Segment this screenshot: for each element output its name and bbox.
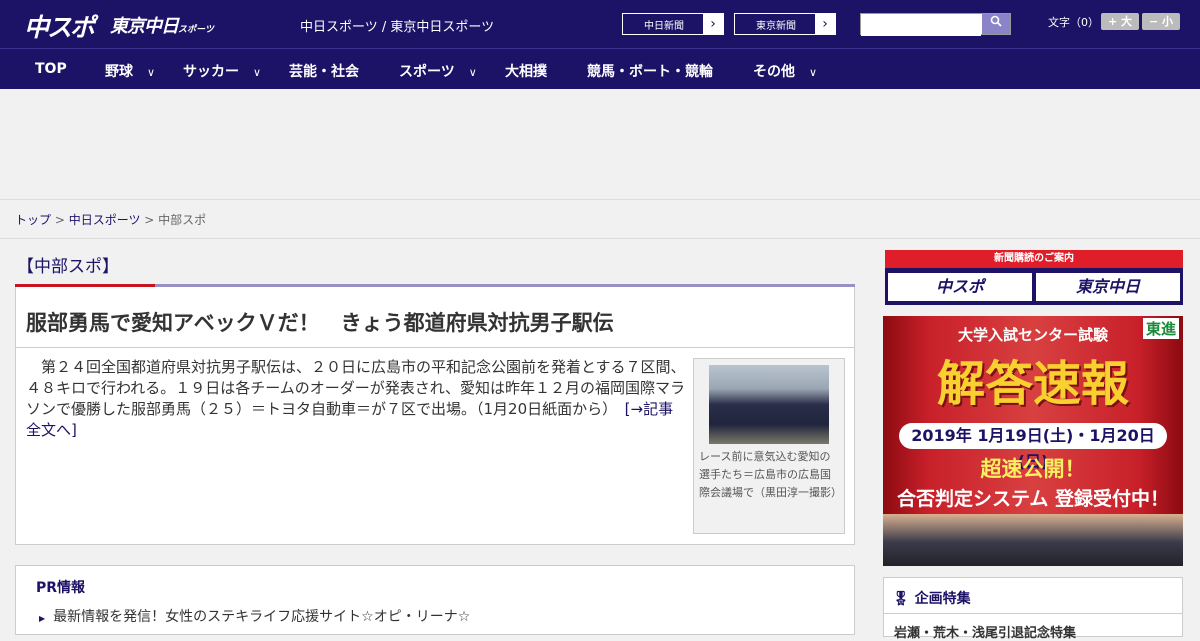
nav-label: 野球 xyxy=(105,64,133,80)
font-smaller-button[interactable]: − 小 xyxy=(1142,13,1180,30)
article-body-text: 第２４回全国都道府県対抗男子駅伝は、２０日に広島市の平和記念公園前を発着とする７… xyxy=(26,358,686,418)
chevron-down-icon: ∨ xyxy=(147,66,156,79)
banner-release: 超速公開！ xyxy=(980,457,1086,481)
banner-top-text: 大学入試センター試験 xyxy=(957,326,1108,344)
search-box xyxy=(860,13,1011,36)
nav-label: 芸能・社会 xyxy=(289,64,359,80)
feature-box: 🎖 企画特集 岩瀬・荒木・浅尾引退記念特集 xyxy=(883,577,1183,641)
bullet-triangle-icon: ▶ xyxy=(39,614,46,623)
nav-label: TOP xyxy=(35,61,67,77)
chevron-right-icon: › xyxy=(703,14,723,34)
subscribe-box: 新聞購読のご案内 中スポ 東京中日 xyxy=(885,250,1183,305)
section-title: 【中部スポ】 xyxy=(17,257,119,277)
nav-item-sumo[interactable]: 大相撲 xyxy=(505,61,547,81)
subscribe-tokyo-button[interactable]: 東京中日 xyxy=(1036,273,1180,301)
nav-item-top[interactable]: TOP xyxy=(35,61,67,77)
pr-item[interactable]: ▶ 最新情報を発信！女性のステキライフ応援サイト☆オピ・リーナ☆ xyxy=(39,606,470,626)
ad-banner-toshin[interactable]: 大学入試センター試験 東進 解答速報 2019年 1月19日(土)・1月20日(… xyxy=(883,316,1183,566)
ext-link-label: 中日新聞 xyxy=(644,21,684,32)
feature-item[interactable]: 岩瀬・荒木・浅尾引退記念特集 xyxy=(894,622,1076,641)
ext-link-label: 東京新聞 xyxy=(756,21,796,32)
banner-people-image xyxy=(883,514,1183,566)
font-bigger-button[interactable]: + 大 xyxy=(1101,13,1139,30)
nav-item-soccer[interactable]: サッカー ∨ xyxy=(183,61,261,81)
search-icon[interactable] xyxy=(982,14,1010,34)
breadcrumb-current: 中部スポ xyxy=(158,213,207,227)
feature-title-label: 企画特集 xyxy=(914,591,971,607)
search-input[interactable] xyxy=(861,16,981,36)
chevron-right-icon: › xyxy=(815,14,835,34)
chevron-down-icon: ∨ xyxy=(468,66,477,79)
font-size-label: 文字（0） xyxy=(1048,16,1099,29)
divider xyxy=(16,347,854,348)
nav-label: 大相撲 xyxy=(505,64,547,80)
photo-caption: レース前に意気込む愛知の選手たち＝広島市の広島国際会議場で（黒田淳一撮影） xyxy=(699,450,842,499)
article-headline[interactable]: 服部勇馬で愛知アベックＶだ！ きょう都道府県対抗男子駅伝 xyxy=(26,307,614,337)
tokyo-chunichi-logo[interactable]: 東京中日スポーツ xyxy=(110,12,214,38)
feature-title: 🎖 企画特集 xyxy=(892,588,971,608)
chuspo-logo[interactable]: 中スポ xyxy=(24,8,95,44)
breadcrumb-home[interactable]: トップ xyxy=(15,213,51,227)
article-photo-box: レース前に意気込む愛知の選手たち＝広島市の広島国際会議場で（黒田淳一撮影） xyxy=(693,358,845,534)
tokyo-logo-text: 東京中日 xyxy=(110,16,179,37)
nav-item-entertainment[interactable]: 芸能・社会 xyxy=(289,61,359,81)
breadcrumb-sep: > xyxy=(51,213,69,227)
subscribe-title: 新聞購読のご案内 xyxy=(885,250,1183,268)
pr-title: PR情報 xyxy=(36,580,86,596)
banner-dates: 2019年 1月19日(土)・1月20日(日) xyxy=(899,423,1167,471)
nav-label: 競馬・ボート・競輪 xyxy=(587,64,713,80)
site-name: 中日スポーツ / 東京中日スポーツ xyxy=(300,20,495,35)
nav-item-other[interactable]: その他 ∨ xyxy=(753,61,817,81)
banner-brand: 東進 xyxy=(1142,318,1179,339)
tokyo-logo-small: スポーツ xyxy=(178,25,214,35)
top-header: 中スポ 東京中日スポーツ 中日スポーツ / 東京中日スポーツ 中日新聞 › 東京… xyxy=(0,0,1200,48)
divider xyxy=(884,613,1182,614)
nav-item-sports[interactable]: スポーツ ∨ xyxy=(399,61,477,81)
pr-item-label: 最新情報を発信！女性のステキライフ応援サイト☆オピ・リーナ☆ xyxy=(53,609,471,625)
banner-main-text: 解答速報 xyxy=(936,356,1129,412)
article-card: 服部勇馬で愛知アベックＶだ！ きょう都道府県対抗男子駅伝 第２４回全国都道府県対… xyxy=(15,287,855,545)
tokyo-shimbun-link[interactable]: 東京新聞 › xyxy=(734,13,836,35)
nav-label: スポーツ xyxy=(399,64,455,80)
nav-item-baseball[interactable]: 野球 ∨ xyxy=(105,61,155,81)
ad-area xyxy=(0,90,1200,200)
nav-item-racing[interactable]: 競馬・ボート・競輪 xyxy=(587,61,713,81)
breadcrumb: トップ > 中日スポーツ > 中部スポ xyxy=(0,201,1200,239)
ribbon-icon: 🎖 xyxy=(892,591,910,607)
article-photo[interactable] xyxy=(709,365,829,444)
article-body: 第２４回全国都道府県対抗男子駅伝は、２０日に広島市の平和記念公園前を発着とする７… xyxy=(26,357,686,441)
chevron-down-icon: ∨ xyxy=(809,66,818,79)
breadcrumb-chunichi-sports[interactable]: 中日スポーツ xyxy=(69,213,141,227)
banner-system: 合否判定システム 登録受付中！ xyxy=(896,488,1170,510)
main-nav: TOP 野球 ∨ サッカー ∨ 芸能・社会 スポーツ ∨ 大相撲 競馬・ボート・競輪 … xyxy=(0,48,1200,89)
chunichi-shimbun-link[interactable]: 中日新聞 › xyxy=(622,13,724,35)
nav-label: サッカー xyxy=(183,64,239,80)
chevron-down-icon: ∨ xyxy=(253,66,262,79)
nav-label: その他 xyxy=(753,64,795,80)
breadcrumb-sep: > xyxy=(140,213,159,227)
subscribe-chuspo-button[interactable]: 中スポ xyxy=(888,273,1032,301)
pr-box: PR情報 ▶ 最新情報を発信！女性のステキライフ応援サイト☆オピ・リーナ☆ xyxy=(15,565,855,635)
